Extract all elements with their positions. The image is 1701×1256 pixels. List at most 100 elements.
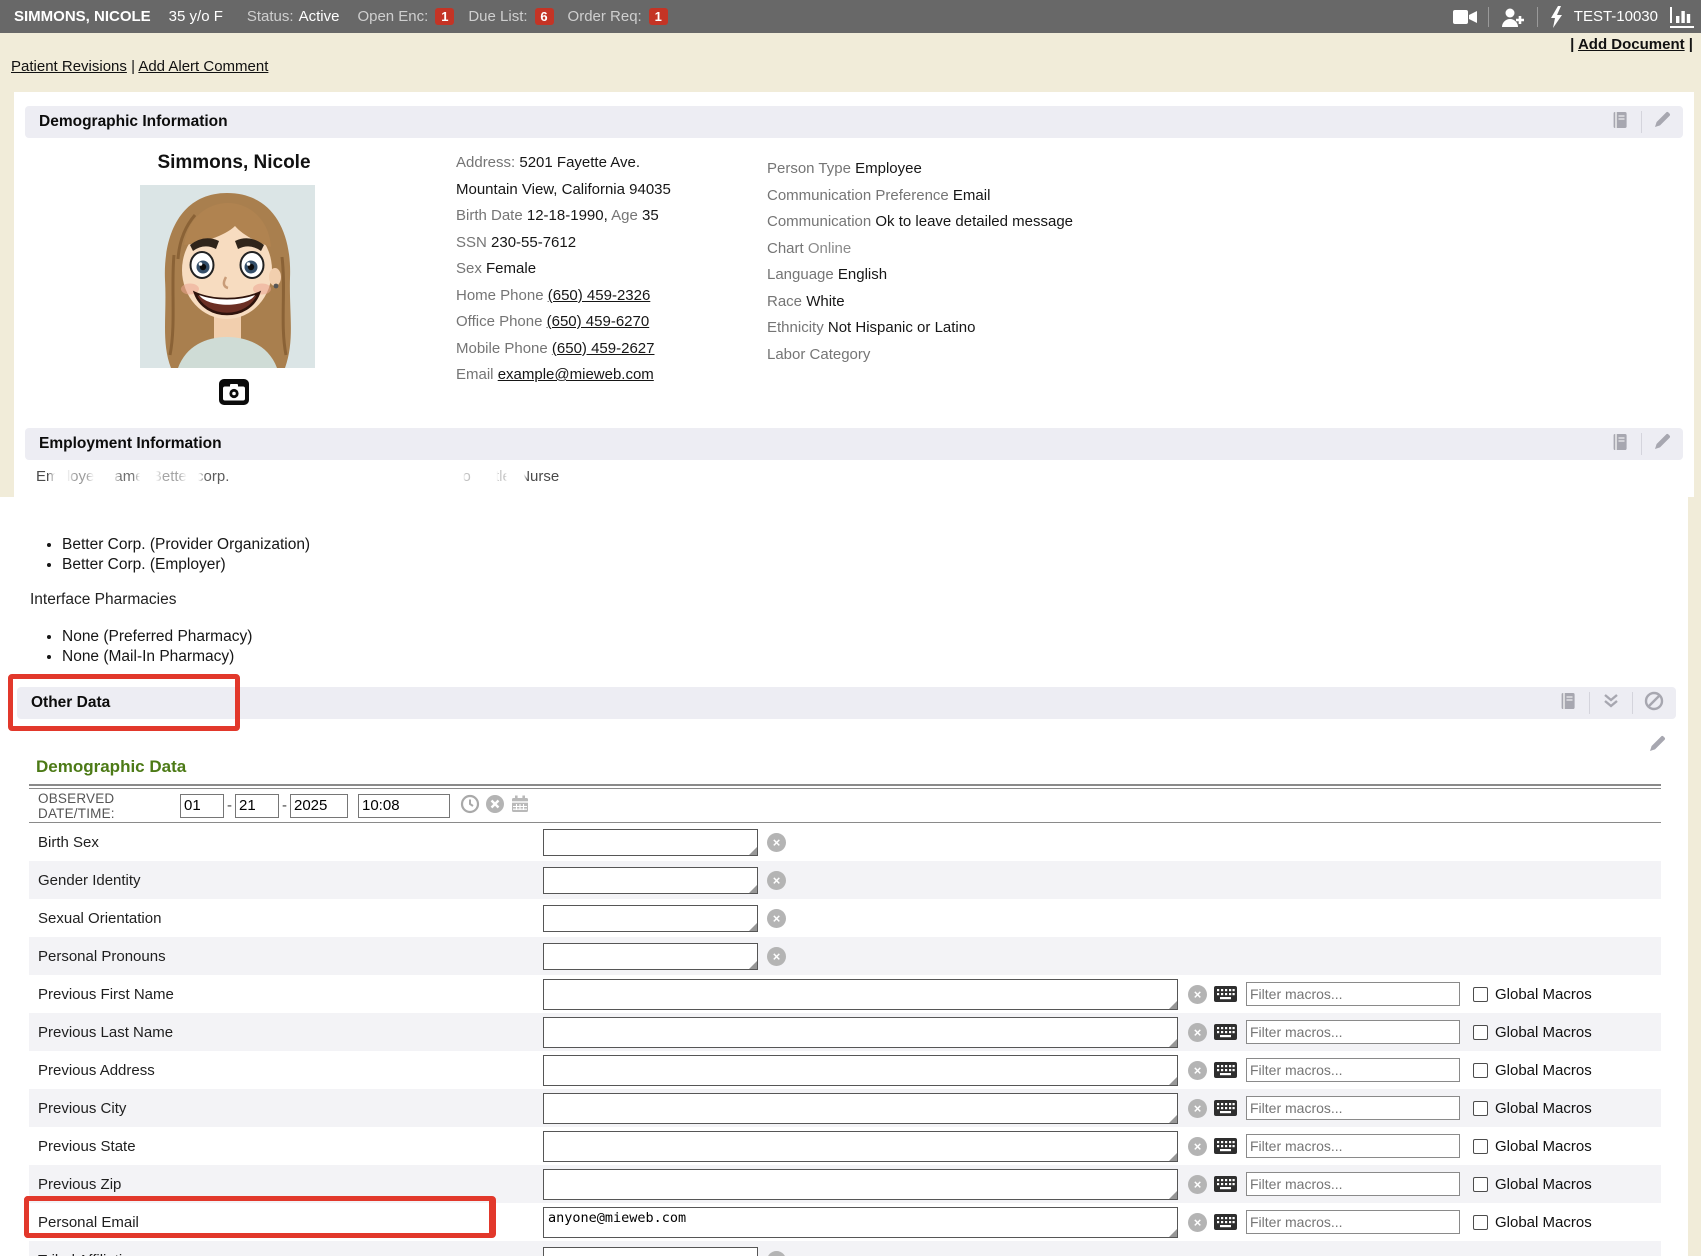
keyboard-icon[interactable] — [1214, 1176, 1237, 1192]
field-input[interactable] — [544, 980, 1177, 1009]
observed-day-input[interactable] — [235, 794, 279, 818]
info-value-link[interactable]: (650) 459-2627 — [552, 340, 655, 357]
info-line: SSN 230-55-7612 — [456, 230, 671, 257]
macro-filter-input[interactable] — [1246, 982, 1460, 1006]
resize-grip-icon[interactable] — [1169, 1115, 1177, 1123]
global-macros-checkbox[interactable] — [1473, 1063, 1488, 1078]
global-macros-label: Global Macros — [1495, 1138, 1592, 1155]
calendar-icon[interactable] — [510, 794, 530, 818]
journal-book-icon[interactable] — [1558, 691, 1578, 715]
field-input[interactable] — [544, 1094, 1177, 1123]
field-row: Personal Pronouns × — [29, 937, 1661, 975]
clear-field-icon[interactable]: × — [1188, 1213, 1207, 1232]
global-macros-checkbox[interactable] — [1473, 1139, 1488, 1154]
info-value-link[interactable]: (650) 459-2326 — [548, 287, 651, 304]
clear-field-icon[interactable]: × — [1188, 1099, 1207, 1118]
clear-field-icon[interactable]: × — [767, 833, 786, 852]
macro-filter-input[interactable] — [1246, 1172, 1460, 1196]
add-document-link[interactable]: Add Document — [1578, 36, 1685, 53]
info-line: Home Phone (650) 459-2326 — [456, 283, 671, 310]
resize-grip-icon[interactable] — [1169, 1001, 1177, 1009]
clear-field-icon[interactable]: × — [767, 909, 786, 928]
macro-filter-input[interactable] — [1246, 1210, 1460, 1234]
field-input[interactable] — [544, 830, 757, 855]
global-macros-checkbox[interactable] — [1473, 1177, 1488, 1192]
clear-field-icon[interactable]: × — [767, 871, 786, 890]
keyboard-icon[interactable] — [1214, 1024, 1237, 1040]
camera-icon[interactable] — [219, 379, 249, 405]
macro-filter-input[interactable] — [1246, 1096, 1460, 1120]
keyboard-icon[interactable] — [1214, 986, 1237, 1002]
observed-month-input[interactable] — [180, 794, 224, 818]
journal-book-icon[interactable] — [1610, 432, 1630, 456]
global-macros-checkbox[interactable] — [1473, 1025, 1488, 1040]
collapse-double-chevron-icon[interactable] — [1601, 692, 1621, 714]
open-enc-badge[interactable]: 1 — [435, 8, 454, 25]
keyboard-icon[interactable] — [1214, 1214, 1237, 1230]
keyboard-icon[interactable] — [1214, 1100, 1237, 1116]
clear-field-icon[interactable]: × — [767, 947, 786, 966]
resize-grip-icon[interactable] — [1169, 1153, 1177, 1161]
video-call-icon[interactable] — [1453, 8, 1477, 26]
field-input[interactable] — [544, 868, 757, 893]
clear-field-icon[interactable]: × — [1188, 985, 1207, 1004]
resize-grip-icon[interactable] — [749, 847, 757, 855]
status-value: Active — [299, 8, 340, 25]
field-input[interactable] — [544, 1132, 1177, 1161]
field-input[interactable] — [544, 1248, 757, 1256]
journal-book-icon[interactable] — [1610, 110, 1630, 134]
due-list-badge[interactable]: 6 — [535, 8, 554, 25]
info-value: Not Hispanic or Latino — [828, 319, 976, 336]
keyboard-icon[interactable] — [1214, 1062, 1237, 1078]
field-label: Tribal Affiliation — [29, 1252, 543, 1256]
global-macros-checkbox[interactable] — [1473, 1101, 1488, 1116]
clear-field-icon[interactable]: × — [767, 1251, 786, 1256]
order-req-badge[interactable]: 1 — [649, 8, 668, 25]
field-input[interactable] — [544, 906, 757, 931]
flowsheet-chart-icon[interactable] — [1669, 6, 1695, 28]
edit-pencil-icon[interactable] — [1653, 433, 1671, 455]
resize-grip-icon[interactable] — [749, 885, 757, 893]
field-input[interactable] — [544, 1170, 1177, 1199]
edit-pencil-icon[interactable] — [1653, 111, 1671, 133]
resize-grip-icon[interactable] — [749, 961, 757, 969]
clear-field-icon[interactable]: × — [1188, 1023, 1207, 1042]
observed-time-input[interactable] — [358, 794, 450, 818]
edit-pencil-icon[interactable] — [1648, 735, 1666, 757]
macro-filter-input[interactable] — [1246, 1134, 1460, 1158]
info-line: Language English — [767, 262, 1073, 289]
info-value: Online — [808, 240, 851, 257]
field-input-wrap — [543, 1207, 1178, 1238]
macro-filter-input[interactable] — [1246, 1058, 1460, 1082]
clear-field-icon[interactable]: × — [1188, 1175, 1207, 1194]
field-input[interactable] — [544, 1208, 1177, 1237]
add-alert-comment-link[interactable]: Add Alert Comment — [138, 58, 268, 75]
field-input[interactable] — [544, 944, 757, 969]
demographic-data-title: Demographic Data — [36, 757, 186, 777]
clear-datetime-icon[interactable] — [485, 794, 505, 818]
resize-grip-icon[interactable] — [1169, 1077, 1177, 1085]
patient-revisions-link[interactable]: Patient Revisions — [11, 58, 127, 75]
global-macros-checkbox[interactable] — [1473, 1215, 1488, 1230]
info-value-link[interactable]: (650) 459-6270 — [547, 313, 650, 330]
info-value: 230-55-7612 — [491, 234, 576, 251]
resize-grip-icon[interactable] — [1169, 1039, 1177, 1047]
add-person-icon[interactable] — [1500, 7, 1526, 27]
clear-field-icon[interactable]: × — [1188, 1061, 1207, 1080]
field-input[interactable] — [544, 1018, 1177, 1047]
global-macros-checkbox[interactable] — [1473, 987, 1488, 1002]
field-input[interactable] — [544, 1056, 1177, 1085]
observed-year-input[interactable] — [290, 794, 348, 818]
pharmacies-list: None (Preferred Pharmacy)None (Mail-In P… — [0, 627, 252, 667]
resize-grip-icon[interactable] — [1169, 1229, 1177, 1237]
resize-grip-icon[interactable] — [749, 923, 757, 931]
lightning-icon[interactable] — [1549, 6, 1563, 28]
resize-grip-icon[interactable] — [1169, 1191, 1177, 1199]
macro-filter-input[interactable] — [1246, 1020, 1460, 1044]
info-value-link[interactable]: example@mieweb.com — [498, 366, 654, 383]
keyboard-icon[interactable] — [1214, 1138, 1237, 1154]
clear-field-icon[interactable]: × — [1188, 1137, 1207, 1156]
info-value: White — [806, 293, 844, 310]
clock-icon[interactable] — [460, 794, 480, 818]
disable-circle-slash-icon[interactable] — [1644, 691, 1664, 715]
